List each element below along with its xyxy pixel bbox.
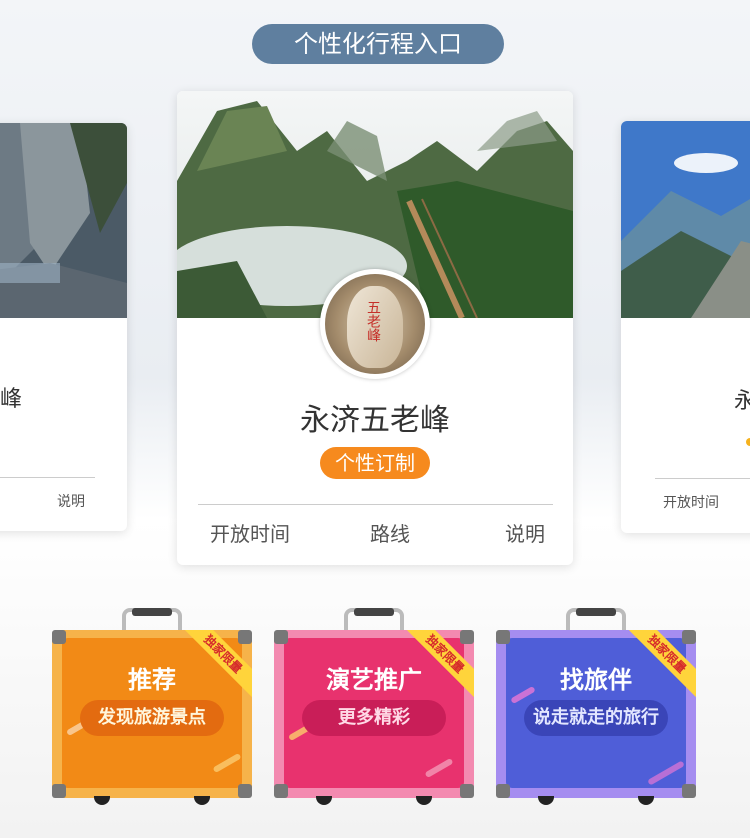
case-handle-grip — [354, 608, 394, 616]
open-time-link[interactable]: 开放时间 — [210, 518, 290, 547]
rock-inscription: 五老峰 — [365, 300, 381, 342]
case-subtitle-button[interactable]: 发现旅游景点 — [80, 700, 224, 736]
page-banner: 个性化行程入口 — [252, 24, 504, 64]
route-link[interactable]: 路线 — [370, 518, 410, 547]
card-title-fragment: 峰 — [0, 387, 23, 412]
card-divider — [655, 478, 750, 479]
card-divider — [0, 477, 95, 478]
card-photo — [0, 123, 127, 318]
case-handle-grip — [132, 608, 172, 616]
case-performance[interactable]: 独家限量 演艺推广 更多精彩 — [274, 608, 474, 808]
case-travel-partner[interactable]: 独家限量 找旅伴 说走就走的旅行 — [496, 608, 696, 808]
case-title: 演艺推广 — [326, 666, 422, 694]
card-title-fragment: 永 — [734, 389, 750, 414]
customize-button[interactable]: 个性订制 — [320, 447, 430, 479]
card-photo — [621, 121, 750, 318]
case-title: 推荐 — [128, 666, 176, 694]
destination-title: 永济五老峰 — [300, 403, 450, 438]
card-footer-explain[interactable]: 说明 — [57, 491, 85, 511]
card-divider — [198, 504, 553, 505]
destination-avatar: 五老峰 — [320, 269, 430, 379]
case-title: 找旅伴 — [560, 666, 632, 694]
destination-card-right[interactable]: 永 开放时间 — [621, 121, 750, 533]
case-subtitle-button[interactable]: 更多精彩 — [302, 700, 446, 736]
card-badge-edge — [746, 438, 750, 446]
card-footer-open-time[interactable]: 开放时间 — [663, 492, 719, 512]
explain-link[interactable]: 说明 — [505, 518, 545, 547]
case-recommend[interactable]: 独家限量 推荐 发现旅游景点 — [52, 608, 252, 808]
destination-card-left[interactable]: 峰 说明 — [0, 123, 127, 531]
destination-card-main[interactable]: 五老峰 永济五老峰 个性订制 开放时间 路线 说明 — [177, 91, 573, 565]
case-handle-grip — [576, 608, 616, 616]
case-subtitle-button[interactable]: 说走就走的旅行 — [524, 700, 668, 736]
